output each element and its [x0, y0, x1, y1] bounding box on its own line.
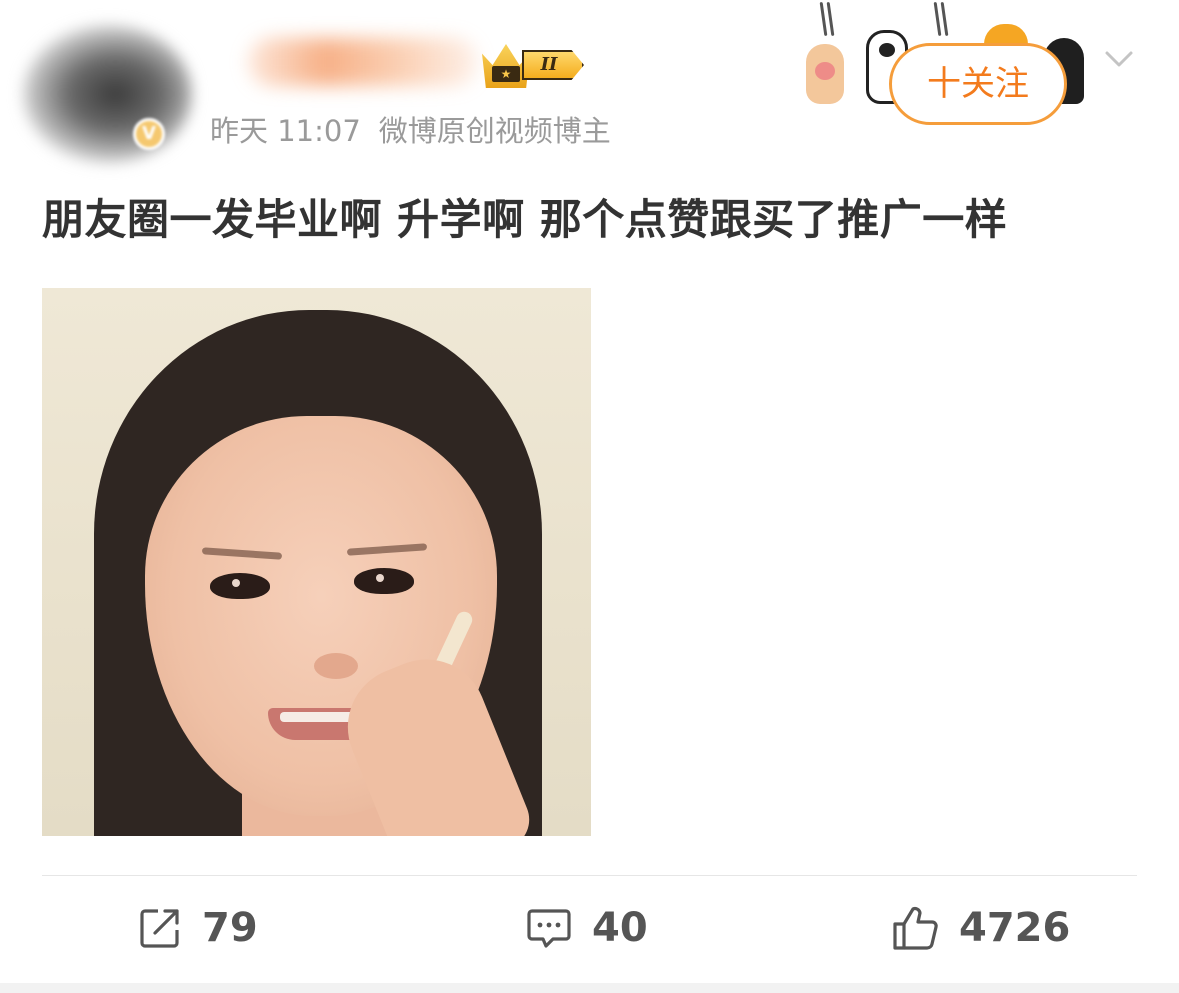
scratch-mark: [819, 1, 828, 37]
like-button[interactable]: 4726: [891, 900, 1070, 956]
post-timestamp: 昨天 11:07: [210, 114, 361, 148]
avatar[interactable]: [22, 24, 192, 164]
bottom-separator: [0, 983, 1179, 993]
repost-icon: [140, 909, 179, 948]
comment-button[interactable]: 40: [526, 900, 648, 956]
vip-badge[interactable]: ★ II: [482, 44, 594, 88]
like-count: 4726: [959, 905, 1071, 951]
vip-level-tag: II: [522, 50, 584, 80]
post-source: 微博原创视频博主: [378, 114, 611, 148]
post-text: 朋友圈一发毕业啊 升学啊 那个点赞跟买了推广一样: [42, 195, 1008, 244]
post-header: V ★ II 昨天 11:07 微博原创视频博主 十关注: [0, 0, 1179, 170]
comment-icon: [527, 909, 571, 948]
verified-badge: V: [133, 118, 165, 150]
eye: [354, 568, 414, 594]
comment-count: 40: [592, 905, 648, 951]
cat-paw-icon: [806, 44, 844, 104]
thumbs-up-icon: [893, 906, 938, 950]
chevron-down-icon[interactable]: [1104, 44, 1134, 74]
username-redacted[interactable]: [248, 38, 478, 86]
post-image[interactable]: [42, 288, 591, 836]
repost-count: 79: [202, 905, 258, 951]
star-icon: ★: [492, 66, 520, 82]
divider: [42, 875, 1137, 876]
post-meta: 昨天 11:07 微博原创视频博主: [210, 108, 611, 150]
follow-button[interactable]: 十关注: [889, 43, 1067, 125]
repost-button[interactable]: 79: [138, 900, 258, 956]
scratch-mark: [940, 1, 949, 37]
scratch-mark: [826, 1, 835, 37]
scratch-mark: [933, 1, 942, 37]
eye: [210, 573, 270, 599]
